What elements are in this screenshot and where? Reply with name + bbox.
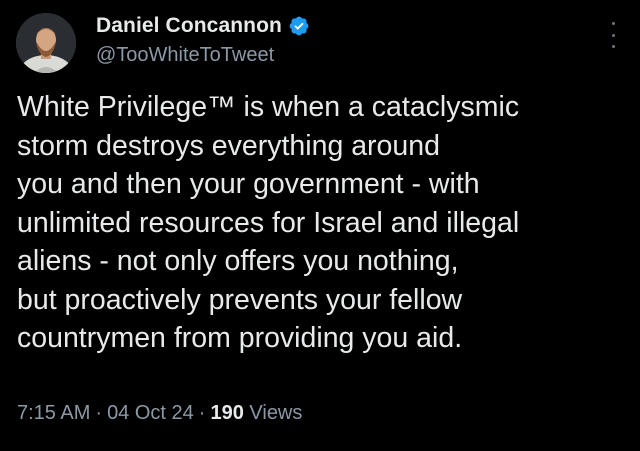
name-row: Daniel Concannon [96, 12, 310, 40]
separator: · [95, 402, 103, 424]
handle[interactable]: @TooWhiteToTweet [96, 44, 310, 67]
author-header: Daniel Concannon @TooWhiteToTweet [96, 12, 310, 67]
tweet-text-line: White Privilege™ is when a cataclysmic [17, 91, 520, 123]
avatar[interactable] [16, 13, 76, 73]
views-count[interactable]: 190 [210, 402, 243, 424]
tweet-text-line: storm destroys everything around [17, 129, 440, 162]
timestamp-date[interactable]: 04 Oct 24 [107, 402, 194, 424]
avatar-image [16, 13, 76, 73]
tweet-text: White Privilege™ is when a cataclysmic s… [17, 88, 627, 358]
timestamp-time[interactable]: 7:15 AM [17, 402, 90, 424]
separator: · [198, 402, 206, 424]
tweet-metadata: 7:15 AM · 04 Oct 24 · 190 Views [17, 402, 302, 425]
tweet-text-line: aliens - not only offers you nothing, [17, 245, 459, 277]
display-name[interactable]: Daniel Concannon [96, 14, 282, 38]
tweet-text-line: unlimited resources for Israel and illeg… [17, 206, 520, 239]
tweet-text-line: you and then your government - with [17, 168, 480, 200]
tweet-card: Daniel Concannon @TooWhiteToTweet White … [0, 0, 640, 451]
views-label: Views [249, 402, 303, 424]
tweet-text-line: countrymen from providing you aid. [17, 322, 463, 354]
more-vertical-icon[interactable] [610, 22, 616, 48]
verified-badge-icon [288, 15, 310, 37]
tweet-text-line: but proactively prevents your fellow [17, 283, 463, 316]
